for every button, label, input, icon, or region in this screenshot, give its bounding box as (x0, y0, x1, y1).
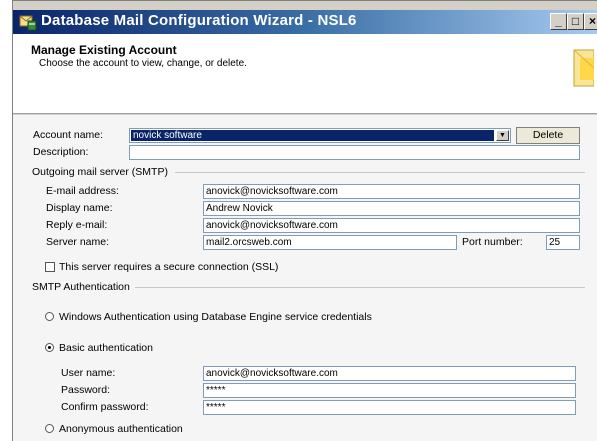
page-subtitle: Choose the account to view, change, or d… (39, 58, 247, 69)
windows-auth-radio[interactable] (45, 312, 54, 321)
group-divider (135, 287, 585, 288)
basic-auth-label: Basic authentication (59, 342, 153, 354)
basic-auth-radio[interactable] (45, 343, 54, 352)
reply-email-field[interactable]: anovick@novicksoftware.com (203, 218, 580, 233)
maximize-button[interactable]: □ (567, 13, 584, 30)
email-field[interactable]: anovick@novicksoftware.com (203, 184, 580, 199)
confirm-password-field[interactable]: ***** (203, 400, 576, 415)
account-name-combo[interactable]: novick software ▼ (129, 128, 511, 143)
reply-email-label: Reply e-mail: (46, 219, 108, 231)
description-label: Description: (33, 146, 89, 158)
password-label: Password: (61, 384, 111, 396)
description-field[interactable] (129, 145, 580, 160)
user-name-label: User name: (61, 367, 116, 379)
account-name-value: novick software (131, 130, 494, 141)
database-mail-icon (19, 15, 37, 31)
window-title: Database Mail Configuration Wizard - NSL… (41, 12, 357, 29)
wizard-window: Database Mail Configuration Wizard - NSL… (12, 0, 597, 441)
account-name-label: Account name: (33, 129, 104, 141)
windows-auth-label: Windows Authentication using Database En… (59, 311, 372, 323)
chevron-down-icon[interactable]: ▼ (496, 130, 509, 141)
content-area: Account name: novick software ▼ Delete D… (13, 115, 597, 441)
anonymous-auth-radio[interactable] (45, 424, 54, 433)
anonymous-auth-label: Anonymous authentication (59, 423, 183, 435)
wizard-header: Manage Existing Account Choose the accou… (13, 34, 597, 114)
ssl-label: This server requires a secure connection… (59, 261, 279, 273)
display-name-label: Display name: (46, 202, 113, 214)
mail-envelope-icon (573, 49, 594, 87)
display-name-field[interactable]: Andrew Novick (203, 201, 580, 216)
email-label: E-mail address: (46, 185, 119, 197)
minimize-button[interactable]: _ (550, 13, 567, 30)
port-number-field[interactable]: 25 (546, 235, 580, 250)
confirm-password-label: Confirm password: (61, 401, 149, 413)
auth-group-label: SMTP Authentication (32, 281, 130, 293)
delete-button[interactable]: Delete (516, 127, 580, 144)
server-name-field[interactable]: mail2.orcsweb.com (203, 235, 457, 250)
smtp-group-label: Outgoing mail server (SMTP) (32, 166, 168, 178)
ssl-checkbox[interactable] (45, 262, 55, 272)
port-number-label: Port number: (462, 236, 523, 248)
close-button[interactable]: × (584, 13, 597, 30)
group-divider (175, 172, 585, 173)
server-name-label: Server name: (46, 236, 110, 248)
password-field[interactable]: ***** (203, 383, 576, 398)
title-bar[interactable]: Database Mail Configuration Wizard - NSL… (13, 10, 597, 34)
user-name-field[interactable]: anovick@novicksoftware.com (203, 366, 576, 381)
page-title: Manage Existing Account (31, 43, 177, 57)
